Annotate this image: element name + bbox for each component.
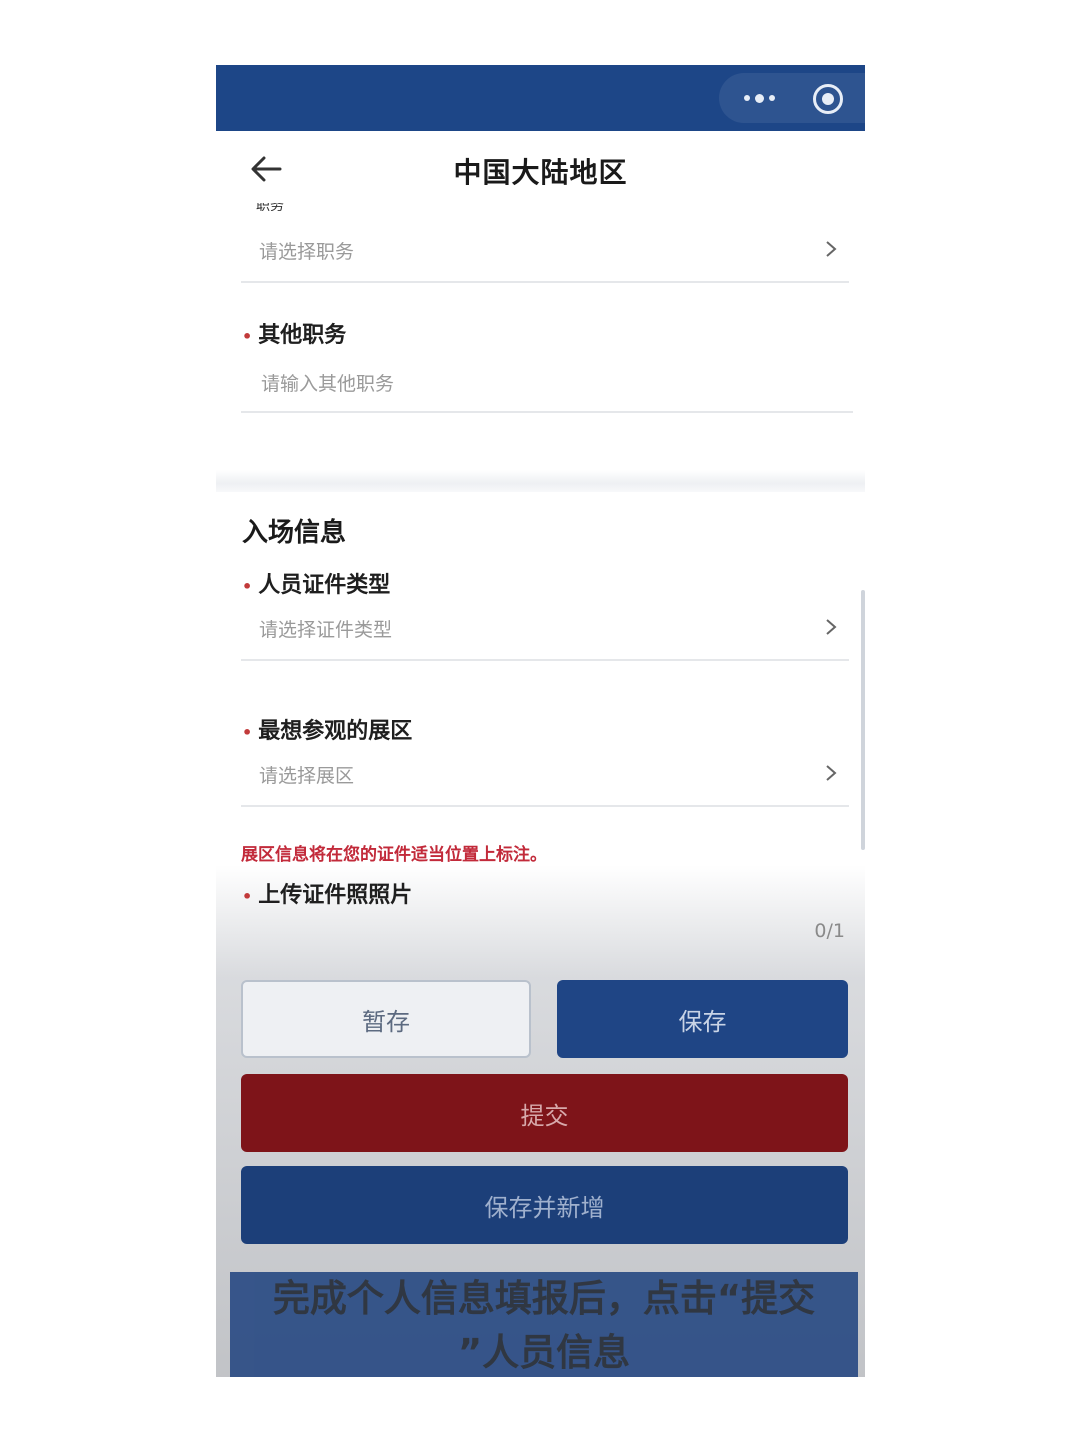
save-button[interactable]: 保存 [557,980,848,1058]
phone-screen: 中国大陆地区 职务 请选择职务 •其他职务 入场信息 •人员证件类型 请选择证件… [216,65,865,1377]
other-position-field-row [241,361,853,413]
id-type-label: • 人员证件类型 [242,573,391,598]
position-select[interactable]: 请选择职务 [241,223,849,283]
submit-button[interactable]: 提交 [241,1074,848,1152]
navigation-bar: 中国大陆地区 [216,131,865,207]
page-title: 中国大陆地区 [453,156,628,189]
more-dots-icon[interactable] [739,85,779,111]
upload-photo-label: • 上传证件照照片 [242,883,413,908]
chevron-right-icon [826,765,837,781]
video-caption: 完成个人信息填报后，点击“提交 ”人员信息 [230,1272,858,1377]
status-bar [216,65,865,131]
other-position-label: • 其他职务 [242,323,347,348]
exhibit-area-label: • 最想参观的展区 [242,719,413,744]
temp-save-button[interactable]: 暂存 [241,980,531,1058]
section-title: 入场信息 [242,518,347,548]
exhibit-area-placeholder: 请选择展区 [259,765,355,787]
position-placeholder: 请选择职务 [259,241,355,263]
target-icon[interactable] [813,84,843,114]
caption-line-1: 完成个人信息填报后，点击“提交 [272,1277,816,1320]
exhibit-area-select[interactable]: 请选择展区 [241,747,849,807]
required-dot: • [242,722,253,742]
section-divider [216,470,865,492]
caption-line-2: ”人员信息 [457,1331,631,1374]
required-dot: • [242,326,253,346]
exhibit-area-note: 展区信息将在您的证件适当位置上标注。 [241,845,547,865]
required-dot: • [242,576,253,596]
id-type-placeholder: 请选择证件类型 [259,619,393,641]
save-and-add-button[interactable]: 保存并新增 [241,1166,848,1244]
required-dot: • [242,886,253,906]
chevron-right-icon [826,619,837,635]
miniprogram-capsule [719,73,865,123]
id-type-select[interactable]: 请选择证件类型 [241,601,849,661]
position-label-cut: 职务 [256,203,284,211]
other-position-input[interactable] [259,367,823,401]
upload-count: 0/1 [814,920,845,942]
chevron-right-icon [826,241,837,257]
scrollbar[interactable] [861,590,865,850]
